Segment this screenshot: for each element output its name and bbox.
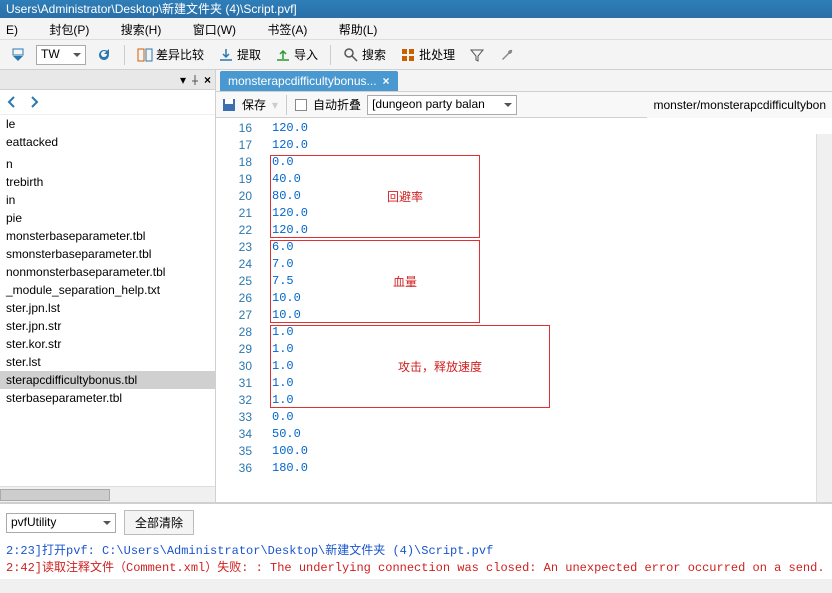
nav-fwd-icon[interactable] [26,94,42,110]
code-line[interactable]: 120.0 [260,222,832,239]
tab-label: monsterapcdifficultybonus... [228,74,377,88]
file-list-item[interactable]: in [0,191,215,209]
file-list-item[interactable]: eattacked [0,133,215,151]
file-list-item[interactable]: ster.lst [0,353,215,371]
code-line[interactable]: 10.0 [260,307,832,324]
code-line[interactable]: 100.0 [260,443,832,460]
save-label[interactable]: 保存 [242,96,266,113]
file-list-item[interactable]: le [0,115,215,133]
tab-row: monsterapcdifficultybonus... × [216,70,832,92]
file-list-item[interactable]: smonsterbaseparameter.tbl [0,245,215,263]
sidebar-hscroll[interactable] [0,486,215,502]
output-panel: pvfUtility 全部清除 2:23]打开pvf: C:\Users\Adm… [0,502,832,579]
toolbar-dropdown-icon[interactable] [6,45,30,65]
code-line[interactable]: 120.0 [260,205,832,222]
sidebar-toolbar [0,90,215,115]
clear-button[interactable]: 全部清除 [124,510,194,535]
editor-tab[interactable]: monsterapcdifficultybonus... × [220,71,398,91]
code-line[interactable]: 40.0 [260,171,832,188]
log-line: 2:42]读取注释文件（Comment.xml）失败: : The underl… [6,558,826,575]
editor-vscroll[interactable] [816,134,832,502]
batch-button[interactable]: 批处理 [396,44,459,65]
dropdown-icon[interactable]: ▾ [180,73,186,87]
code-line[interactable]: 7.0 [260,256,832,273]
menu-bar: E) 封包(P) 搜索(H) 窗口(W) 书签(A) 帮助(L) [0,18,832,40]
code-line[interactable]: 80.0 [260,188,832,205]
language-combo[interactable]: TW [36,45,86,65]
code-line[interactable]: 1.0 [260,341,832,358]
file-list-item[interactable]: nonmonsterbaseparameter.tbl [0,263,215,281]
wrench-icon[interactable] [495,45,519,65]
output-source-combo[interactable]: pvfUtility [6,513,116,533]
autofold-checkbox[interactable] [295,99,307,111]
autofold-label: 自动折叠 [313,96,361,113]
section-combo[interactable]: [dungeon party balan [367,95,517,115]
menu-item[interactable]: E) [6,23,32,37]
filter-icon[interactable] [465,45,489,65]
code-line[interactable]: 50.0 [260,426,832,443]
file-list-item[interactable]: ster.kor.str [0,335,215,353]
main-toolbar: TW 差异比较 提取 导入 搜索 批处理 [0,40,832,70]
pin-icon[interactable] [190,75,200,85]
log-line: 2:23]打开pvf: C:\Users\Administrator\Deskt… [6,541,826,558]
extract-button[interactable]: 提取 [214,44,265,65]
code-line[interactable]: 1.0 [260,375,832,392]
diff-compare-button[interactable]: 差异比较 [133,44,208,65]
tab-close-icon[interactable]: × [383,74,390,88]
window-title-bar: Users\Administrator\Desktop\新建文件夹 (4)\Sc… [0,0,832,18]
code-line[interactable]: 6.0 [260,239,832,256]
line-gutter: 1617181920212223242526272829303132333435… [216,118,260,502]
code-text[interactable]: 120.0120.00.040.080.0120.0120.06.07.07.5… [260,118,832,502]
menu-item[interactable]: 窗口(W) [193,23,250,37]
sidebar: ▾ × leeattacked ntrebirthinpiemonsterbase… [0,70,216,502]
code-line[interactable]: 1.0 [260,392,832,409]
code-line[interactable]: 1.0 [260,358,832,375]
file-list-item[interactable]: _module_separation_help.txt [0,281,215,299]
code-line[interactable]: 180.0 [260,460,832,477]
code-line[interactable]: 1.0 [260,324,832,341]
log-area: 2:23]打开pvf: C:\Users\Administrator\Deskt… [0,541,832,579]
menu-item[interactable]: 封包(P) [49,23,103,37]
file-list-item[interactable]: n [0,155,215,173]
file-list-item[interactable]: sterapcdifficultybonus.tbl [0,371,215,389]
save-icon[interactable] [222,98,236,112]
menu-item[interactable]: 书签(A) [267,23,321,37]
file-list-item[interactable]: sterbaseparameter.tbl [0,389,215,407]
code-line[interactable]: 120.0 [260,137,832,154]
file-list-item[interactable]: trebirth [0,173,215,191]
title-path: Users\Administrator\Desktop\新建文件夹 (4)\Sc… [6,2,297,16]
refresh-icon[interactable] [92,45,116,65]
file-list: leeattacked ntrebirthinpiemonsterbasepara… [0,115,215,486]
file-path-label: monster/monsterapcdifficultybon [647,92,832,118]
file-list-item[interactable]: monsterbaseparameter.tbl [0,227,215,245]
menu-item[interactable]: 帮助(L) [339,23,392,37]
menu-item[interactable]: 搜索(H) [121,23,176,37]
code-line[interactable]: 0.0 [260,154,832,171]
code-area[interactable]: 1617181920212223242526272829303132333435… [216,118,832,502]
search-button[interactable]: 搜索 [339,44,390,65]
file-list-item[interactable]: pie [0,209,215,227]
output-toolbar: pvfUtility 全部清除 [0,504,832,541]
code-line[interactable]: 10.0 [260,290,832,307]
close-icon[interactable]: × [204,73,211,87]
code-line[interactable]: 120.0 [260,120,832,137]
nav-back-icon[interactable] [4,94,20,110]
import-button[interactable]: 导入 [271,44,322,65]
sidebar-header: ▾ × [0,70,215,90]
code-line[interactable]: 7.5 [260,273,832,290]
file-list-item[interactable]: ster.jpn.str [0,317,215,335]
editor-pane: monsterapcdifficultybonus... × 保存 ▾ 自动折叠… [216,70,832,502]
file-list-item[interactable]: ster.jpn.lst [0,299,215,317]
code-line[interactable]: 0.0 [260,409,832,426]
